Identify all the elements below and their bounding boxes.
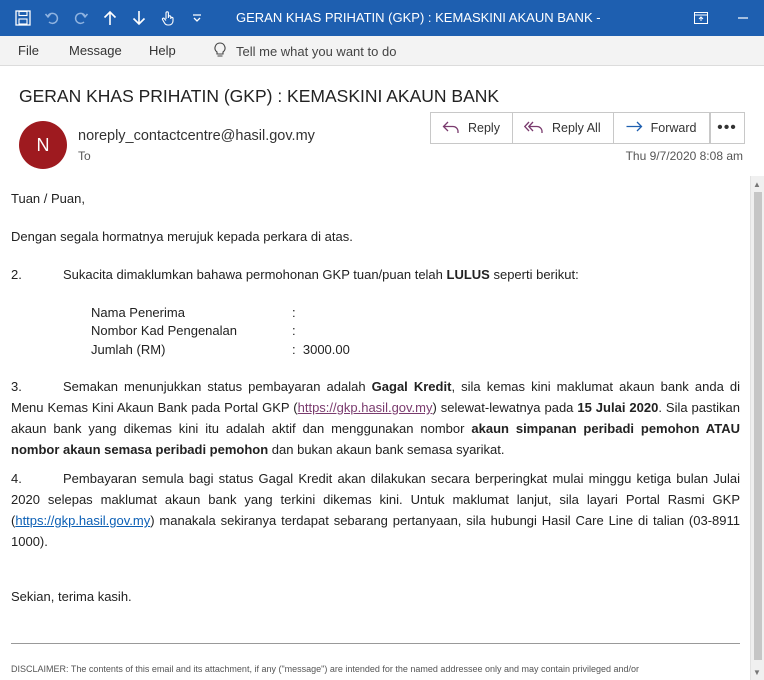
title-bar: GERAN KHAS PRIHATIN (GKP) : KEMASKINI AK… — [0, 0, 764, 36]
customize-toolbar-icon[interactable] — [182, 7, 211, 29]
reply-icon — [442, 120, 460, 137]
paragraph-3-number: 3. — [11, 379, 22, 394]
message-subject: GERAN KHAS PRIHATIN (GKP) : KEMASKINI AK… — [19, 86, 500, 106]
minimize-icon[interactable] — [722, 0, 764, 36]
forward-button[interactable]: Forward — [614, 113, 711, 143]
more-actions-button[interactable]: ••• — [709, 112, 745, 144]
touch-mode-icon[interactable] — [153, 7, 182, 29]
disclaimer: DISCLAIMER: The contents of this email a… — [11, 664, 640, 674]
paragraph-3: 3. Semakan menunjukkan status pembayaran … — [11, 376, 740, 460]
restore-window-icon[interactable] — [680, 0, 722, 36]
tab-message[interactable]: Message — [69, 43, 122, 58]
intro-paragraph: Dengan segala hormatnya merujuk kepada p… — [11, 229, 353, 244]
paragraph-2-number: 2. — [11, 267, 22, 282]
scroll-up-icon[interactable]: ▲ — [753, 180, 761, 189]
amount-value: 3000.00 — [302, 342, 350, 357]
to-label: To — [78, 149, 91, 163]
vertical-scrollbar[interactable]: ▲ ▼ — [750, 176, 764, 680]
ribbon-tabs: File Message Help Tell me what you want … — [0, 36, 764, 66]
reply-all-button[interactable]: Reply All — [513, 113, 614, 143]
gkp-portal-link-2[interactable]: https://gkp.hasil.gov.my — [15, 513, 150, 528]
field-colon: : — [292, 323, 296, 338]
field-label: Nombor Kad Pengenalan — [91, 323, 237, 338]
message-actions: Reply Reply All Forward — [430, 112, 712, 144]
scrollbar-thumb[interactable] — [754, 192, 762, 660]
reply-all-label: Reply All — [551, 121, 601, 135]
reply-all-icon — [523, 120, 544, 137]
quick-access-toolbar — [8, 7, 211, 29]
reply-label: Reply — [468, 121, 500, 135]
forward-label: Forward — [650, 121, 697, 135]
save-icon[interactable] — [8, 7, 37, 29]
tell-me-label: Tell me what you want to do — [236, 44, 397, 59]
greeting: Tuan / Puan, — [11, 191, 85, 206]
paragraph-4: 4. Pembayaran semula bagi status Gagal Kr… — [11, 468, 740, 552]
arrow-up-icon[interactable] — [95, 7, 124, 29]
sender-address[interactable]: noreply_contactcentre@hasil.gov.my — [78, 128, 315, 144]
field-colon: : 3000.00 — [292, 342, 350, 357]
gkp-portal-link[interactable]: https://gkp.hasil.gov.my — [298, 400, 433, 415]
redo-icon[interactable] — [66, 7, 95, 29]
lightbulb-icon — [214, 42, 226, 61]
window-title: GERAN KHAS PRIHATIN (GKP) : KEMASKINI AK… — [236, 10, 601, 25]
message-datetime: Thu 9/7/2020 8:08 am — [625, 149, 743, 163]
signature-divider — [11, 643, 740, 644]
paragraph-2: 2. Sukacita dimaklumkan bahawa permohonan… — [11, 264, 740, 285]
arrow-down-icon[interactable] — [124, 7, 153, 29]
message-body: Tuan / Puan, Dengan segala hormatnya mer… — [0, 176, 750, 680]
undo-icon[interactable] — [37, 7, 66, 29]
reply-button[interactable]: Reply — [431, 113, 513, 143]
scroll-down-icon[interactable]: ▼ — [753, 668, 761, 677]
forward-icon — [625, 120, 643, 137]
field-label: Nama Penerima — [91, 305, 185, 320]
sender-avatar[interactable]: N — [19, 121, 67, 169]
tab-help[interactable]: Help — [149, 43, 176, 58]
paragraph-4-number: 4. — [11, 471, 22, 486]
tell-me-search[interactable]: Tell me what you want to do — [214, 42, 396, 61]
tab-file[interactable]: File — [18, 43, 39, 58]
field-label: Jumlah (RM) — [91, 342, 166, 357]
field-colon: : — [292, 305, 296, 320]
closing: Sekian, terima kasih. — [11, 589, 132, 604]
